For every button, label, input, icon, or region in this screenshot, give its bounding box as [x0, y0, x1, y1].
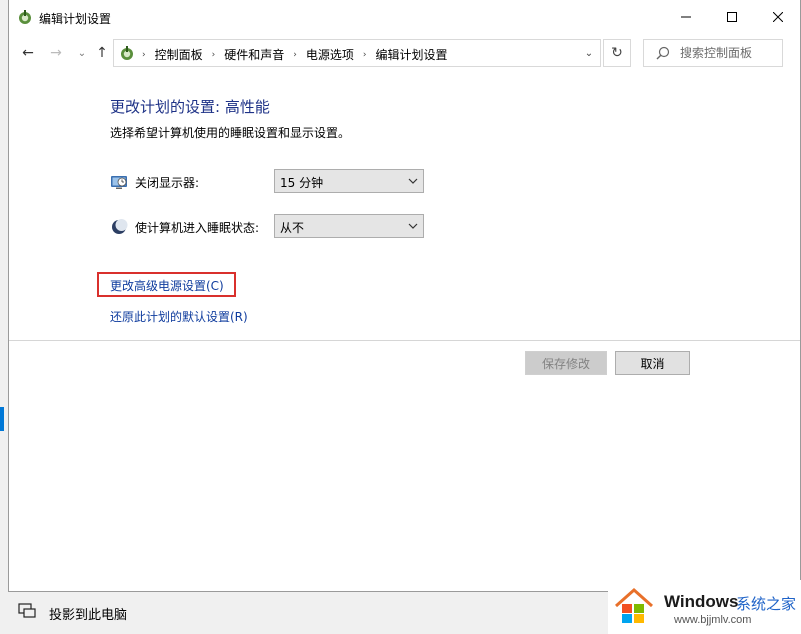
- project-to-pc-icon: [18, 603, 36, 618]
- advanced-power-settings-link[interactable]: 更改高级电源设置(C): [110, 277, 224, 294]
- address-bar[interactable]: › 控制面板 › 硬件和声音 › 电源选项 › 编辑计划设置 ⌄: [113, 39, 601, 67]
- edit-plan-settings-window: 编辑计划设置 ← → ⌄ ↑ › 控制面板 › 硬件和声音 › 电源选项 › 编…: [8, 0, 801, 592]
- display-off-dropdown[interactable]: 15 分钟: [274, 169, 424, 193]
- forward-button[interactable]: →: [47, 44, 65, 62]
- chevron-right-icon: ›: [362, 49, 367, 60]
- watermark-brand: Windows: [664, 592, 739, 611]
- search-input[interactable]: [680, 44, 778, 62]
- title-bar[interactable]: 编辑计划设置: [9, 0, 800, 34]
- sleep-dropdown[interactable]: 从不: [274, 214, 424, 238]
- watermark-brand-cn: 系统之家: [736, 595, 797, 613]
- up-button[interactable]: ↑: [93, 44, 111, 62]
- minimize-icon: [681, 16, 691, 18]
- address-history-button[interactable]: ⌄: [578, 40, 600, 66]
- breadcrumb-control-panel[interactable]: 控制面板: [155, 46, 203, 63]
- breadcrumb: › 控制面板 › 硬件和声音 › 电源选项 › 编辑计划设置: [140, 46, 448, 63]
- chevron-right-icon: ›: [293, 49, 297, 60]
- project-to-pc-label: 投影到此电脑: [49, 608, 128, 623]
- close-icon: [773, 12, 783, 22]
- save-changes-button[interactable]: 保存修改: [525, 351, 607, 375]
- back-button[interactable]: ←: [19, 44, 37, 62]
- control-panel-icon: [121, 46, 133, 60]
- close-button[interactable]: [755, 0, 801, 34]
- moon-icon: [112, 219, 128, 234]
- chevron-down-icon: ⌄: [77, 47, 87, 59]
- maximize-button[interactable]: [709, 0, 755, 34]
- power-options-icon: [19, 10, 31, 24]
- chevron-down-icon: [408, 178, 418, 184]
- search-icon: [656, 46, 670, 60]
- chevron-down-icon: [408, 223, 418, 229]
- arrow-right-icon: →: [50, 45, 62, 61]
- breadcrumb-hardware-sound[interactable]: 硬件和声音: [224, 46, 284, 63]
- sleep-value: 从不: [280, 221, 305, 235]
- recent-locations-button[interactable]: ⌄: [73, 44, 91, 62]
- chevron-right-icon: ›: [142, 49, 146, 60]
- breadcrumb-power-options[interactable]: 电源选项: [306, 46, 354, 63]
- background-accent: [0, 407, 4, 431]
- display-off-value: 15 分钟: [280, 176, 324, 190]
- cancel-button[interactable]: 取消: [615, 351, 690, 375]
- settings-menu-item-project[interactable]: 投影到此电脑: [0, 593, 322, 634]
- watermark-url: www.bjjmlv.com: [674, 614, 752, 626]
- page-title: 更改计划的设置: 高性能: [110, 98, 270, 116]
- windows-logo-icon: [615, 587, 653, 623]
- restore-defaults-link[interactable]: 还原此计划的默认设置(R): [110, 308, 248, 325]
- arrow-left-icon: ←: [22, 45, 34, 61]
- refresh-icon: ↻: [611, 45, 623, 61]
- search-box[interactable]: [643, 39, 783, 67]
- window-title: 编辑计划设置: [39, 12, 112, 26]
- navigation-bar: ← → ⌄ ↑ › 控制面板 › 硬件和声音 › 电源选项 › 编辑计划设置 ⌄…: [9, 34, 800, 72]
- divider: [9, 340, 800, 341]
- breadcrumb-edit-plan[interactable]: 编辑计划设置: [375, 46, 447, 63]
- sleep-label: 使计算机进入睡眠状态:: [135, 221, 260, 235]
- display-off-label: 关闭显示器:: [135, 176, 200, 190]
- site-watermark: Windows 系统之家 www.bjjmlv.com: [608, 580, 801, 634]
- maximize-icon: [727, 12, 737, 22]
- page-description: 选择希望计算机使用的睡眠设置和显示设置。: [110, 126, 351, 140]
- chevron-right-icon: ›: [211, 49, 216, 60]
- minimize-button[interactable]: [663, 0, 709, 34]
- monitor-icon: [111, 176, 127, 189]
- sleep-setting: 使计算机进入睡眠状态: 从不: [110, 214, 430, 240]
- display-off-setting: 关闭显示器: 15 分钟: [110, 169, 430, 195]
- arrow-up-icon: ↑: [96, 45, 108, 61]
- refresh-button[interactable]: ↻: [603, 39, 631, 67]
- chevron-down-icon: ⌄: [584, 47, 594, 59]
